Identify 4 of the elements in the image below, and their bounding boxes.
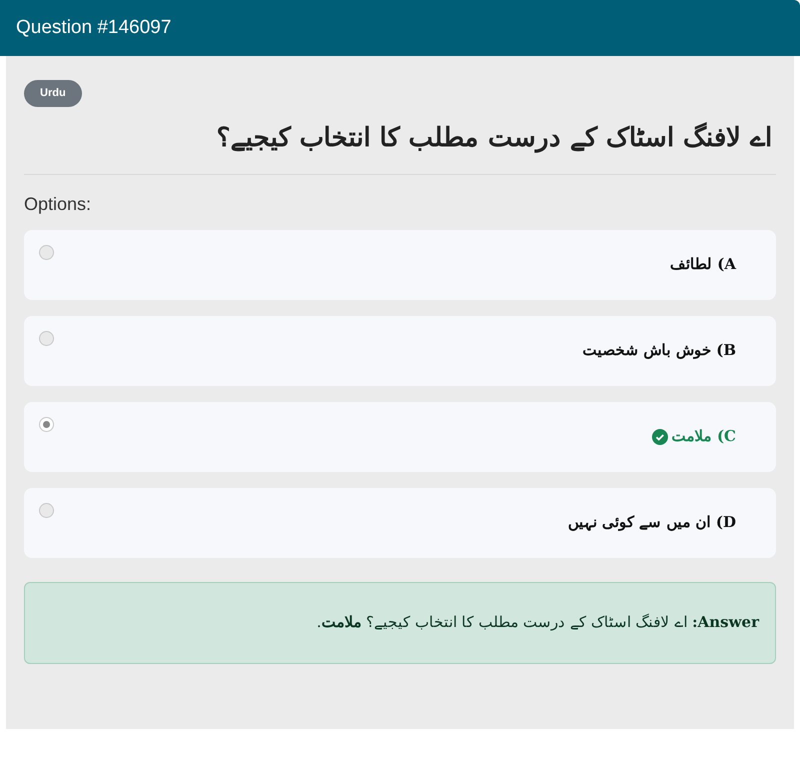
question-text: اے لافنگ اسٹاک کے درست مطلب کا انتخاب کیجیے؟	[216, 121, 773, 155]
language-tag: Urdu	[24, 80, 82, 106]
question-title: Question #146097	[16, 16, 172, 40]
options-heading: Options:	[24, 192, 92, 216]
